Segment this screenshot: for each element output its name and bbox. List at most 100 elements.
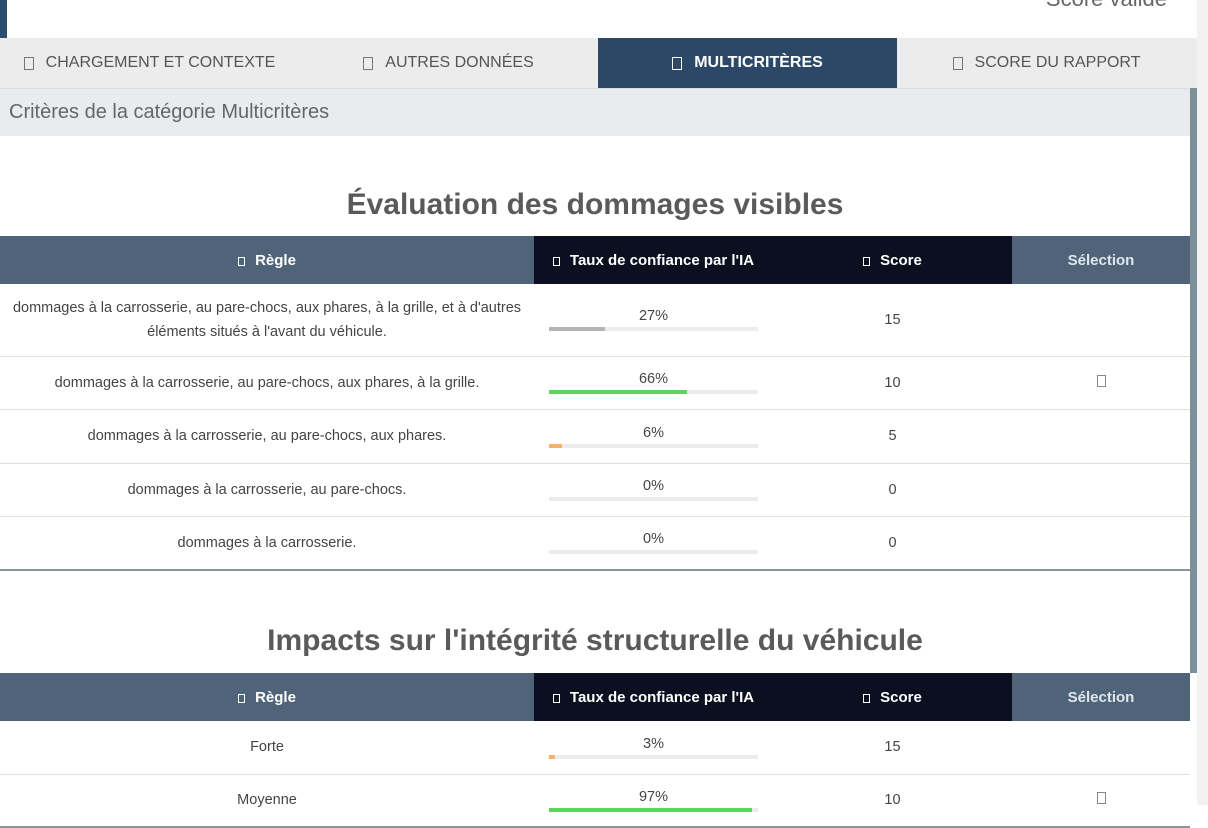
column-label: Taux de confiance par l'IA: [569, 688, 755, 706]
confidence-meter: 3%: [549, 736, 758, 759]
confidence-label: 6%: [643, 424, 664, 441]
score-cell: 5: [773, 409, 1012, 464]
sort-icon: [552, 256, 560, 266]
column-header-confidence[interactable]: Taux de confiance par l'IA: [534, 236, 773, 284]
confidence-cell: 0%: [534, 516, 773, 571]
score-cell: 0: [773, 463, 1012, 517]
confidence-fill: [549, 443, 562, 448]
file-icon: [23, 56, 34, 70]
selected-check-icon: [1096, 792, 1106, 805]
score-cell: 15: [773, 721, 1012, 775]
confidence-meter: 0%: [549, 478, 758, 501]
rule-cell: dommages à la carrosserie.: [0, 516, 534, 571]
tab-label: AUTRES DONNÉES: [385, 54, 534, 71]
tab-label: CHARGEMENT ET CONTEXTE: [45, 54, 276, 71]
confidence-track: [549, 443, 758, 448]
tab-score-rapport[interactable]: SCORE DU RAPPORT: [897, 38, 1196, 88]
confidence-cell: 66%: [534, 356, 773, 410]
rule-cell: dommages à la carrosserie, au pare-chocs…: [0, 284, 534, 357]
scrollbar-thumb[interactable]: [1190, 88, 1197, 673]
rule-cell: dommages à la carrosserie, au pare-chocs…: [0, 463, 534, 517]
selection-cell[interactable]: [1012, 774, 1190, 828]
confidence-meter: 66%: [549, 371, 758, 394]
table-row[interactable]: dommages à la carrosserie, au pare-chocs…: [0, 463, 1190, 517]
confidence-meter: 97%: [549, 789, 758, 812]
column-label: Sélection: [1067, 688, 1135, 706]
table-row[interactable]: dommages à la carrosserie, au pare-chocs…: [0, 409, 1190, 464]
column-header-selection: Sélection: [1012, 673, 1190, 721]
score-cell: 0: [773, 516, 1012, 571]
selection-cell[interactable]: [1012, 284, 1190, 357]
tab-chargement[interactable]: CHARGEMENT ET CONTEXTE: [0, 38, 299, 88]
confidence-label: 27%: [638, 308, 669, 325]
tab-label: SCORE DU RAPPORT: [974, 54, 1141, 71]
confidence-cell: 0%: [534, 463, 773, 517]
file-icon: [952, 56, 963, 70]
confidence-fill: [549, 754, 556, 759]
confidence-track: [549, 390, 758, 394]
tab-multicriteres[interactable]: MULTICRITÈRES: [598, 38, 897, 88]
confidence-cell: 3%: [534, 721, 773, 775]
table-row[interactable]: dommages à la carrosserie, au pare-chocs…: [0, 284, 1190, 357]
column-header-confidence[interactable]: Taux de confiance par l'IA: [534, 673, 773, 721]
confidence-meter: 0%: [549, 531, 758, 555]
sort-icon: [863, 256, 871, 266]
right-rail: [1197, 0, 1208, 805]
confidence-fill: [549, 807, 752, 812]
confidence-label: 97%: [638, 788, 669, 805]
sort-icon: [238, 693, 246, 703]
rule-cell: dommages à la carrosserie, au pare-chocs…: [0, 356, 534, 410]
confidence-label: 0%: [643, 531, 664, 548]
confidence-track: [549, 550, 758, 555]
column-header-rule[interactable]: Règle: [0, 673, 534, 721]
rule-cell: dommages à la carrosserie, au pare-chocs…: [0, 409, 534, 464]
score-cell: 10: [773, 356, 1012, 410]
section-title: Évaluation des dommages visibles: [346, 188, 844, 221]
selection-cell[interactable]: [1012, 721, 1190, 775]
confidence-meter: 27%: [549, 308, 758, 332]
section-title: Impacts sur l'intégrité structurelle du …: [267, 624, 923, 657]
sort-icon: [863, 693, 871, 703]
selection-cell[interactable]: [1012, 409, 1190, 464]
column-label: Sélection: [1067, 251, 1135, 269]
confidence-track: [549, 754, 758, 759]
sort-icon: [552, 693, 560, 703]
table-row[interactable]: dommages à la carrosserie. 0% 0: [0, 516, 1190, 571]
column-label: Règle: [255, 688, 296, 706]
column-header-rule[interactable]: Règle: [0, 236, 534, 284]
page-header: Score valide: [0, 0, 1197, 38]
confidence-label: 66%: [638, 371, 669, 387]
selection-cell[interactable]: [1012, 356, 1190, 410]
table-row[interactable]: dommages à la carrosserie, au pare-chocs…: [0, 356, 1190, 410]
confidence-cell: 27%: [534, 284, 773, 357]
sort-icon: [238, 256, 246, 266]
file-icon: [363, 56, 374, 70]
confidence-cell: 97%: [534, 774, 773, 828]
confidence-fill: [549, 390, 687, 394]
column-label: Règle: [255, 251, 296, 269]
rules-table: Règle Taux de confiance par l'IA Score S…: [0, 236, 1190, 571]
table-row[interactable]: Moyenne 97% 10: [0, 774, 1190, 828]
table-row[interactable]: Forte 3% 15: [0, 721, 1190, 775]
confidence-track: [549, 327, 758, 332]
file-icon: [672, 56, 683, 70]
selection-cell[interactable]: [1012, 516, 1190, 571]
confidence-fill: [549, 327, 606, 332]
tab-bar: CHARGEMENT ET CONTEXTE AUTRES DONNÉES MU…: [0, 38, 1197, 89]
header-title: Score valide: [1046, 0, 1167, 12]
category-header: Critères de la catégorie Multicritères: [0, 89, 1190, 136]
selection-cell[interactable]: [1012, 463, 1190, 517]
column-header-selection: Sélection: [1012, 236, 1190, 284]
column-label: Taux de confiance par l'IA: [569, 251, 755, 269]
category-title: Critères de la catégorie Multicritères: [9, 101, 330, 123]
column-header-score[interactable]: Score: [773, 236, 1012, 284]
tab-label: MULTICRITÈRES: [694, 54, 823, 71]
confidence-cell: 6%: [534, 409, 773, 464]
confidence-track: [549, 807, 758, 812]
rule-cell: Forte: [0, 721, 534, 775]
tab-autres-donnees[interactable]: AUTRES DONNÉES: [299, 38, 598, 88]
rule-cell: Moyenne: [0, 774, 534, 828]
confidence-track: [549, 497, 758, 501]
confidence-label: 0%: [643, 478, 664, 494]
column-header-score[interactable]: Score: [773, 673, 1012, 721]
